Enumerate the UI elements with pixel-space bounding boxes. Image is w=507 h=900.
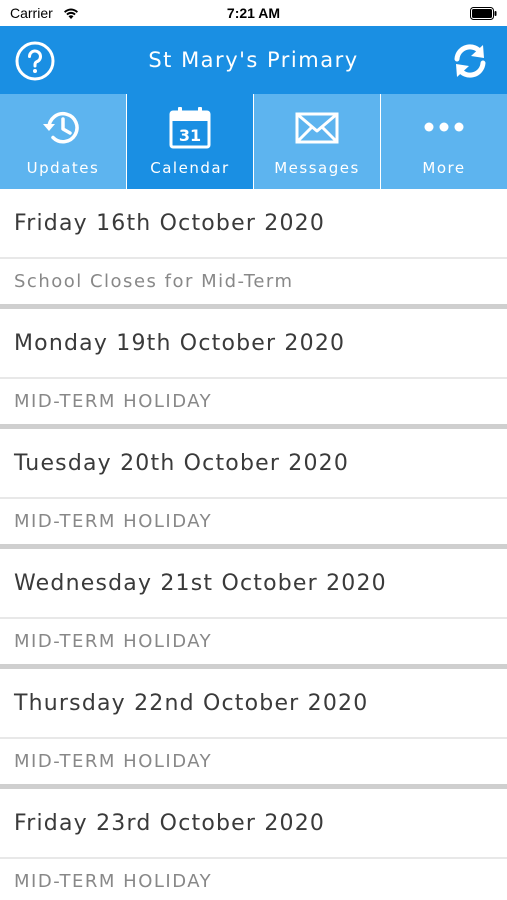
tab-more-label: More (422, 159, 466, 177)
tab-updates[interactable]: Updates (0, 94, 127, 189)
status-time: 7:21 AM (226, 5, 281, 21)
envelope-icon (295, 112, 339, 144)
event-item[interactable]: MID-TERM HOLIDAY (0, 619, 507, 669)
tab-messages-label: Messages (274, 159, 360, 177)
status-bar: Carrier 7:21 AM (0, 0, 507, 26)
calendar-icon: 31 (169, 107, 211, 149)
event-date-header: Friday 23rd October 2020 (0, 789, 507, 859)
history-clock-icon (43, 111, 79, 144)
tab-calendar-label: Calendar (150, 159, 230, 177)
event-date-header: Tuesday 20th October 2020 (0, 429, 507, 499)
event-item[interactable]: School Closes for Mid-Term (0, 259, 507, 309)
page-title: St Mary's Primary (148, 48, 359, 72)
event-date-header: Friday 16th October 2020 (0, 189, 507, 259)
event-item[interactable]: MID-TERM HOLIDAY (0, 379, 507, 429)
event-item[interactable]: MID-TERM HOLIDAY (0, 499, 507, 549)
tab-calendar[interactable]: 31 Calendar (127, 94, 254, 189)
event-item[interactable]: MID-TERM HOLIDAY (0, 859, 507, 900)
refresh-icon[interactable] (447, 38, 493, 84)
app-header: St Mary's Primary (0, 26, 507, 94)
tab-messages[interactable]: Messages (254, 94, 381, 189)
event-date-header: Monday 19th October 2020 (0, 309, 507, 379)
calendar-event-list[interactable]: Friday 16th October 2020 School Closes f… (0, 189, 507, 900)
tab-more[interactable]: More (381, 94, 507, 189)
event-date-header: Wednesday 21st October 2020 (0, 549, 507, 619)
event-item[interactable]: MID-TERM HOLIDAY (0, 739, 507, 789)
ellipsis-icon (424, 122, 464, 132)
calendar-icon-day: 31 (179, 126, 201, 145)
tab-bar: Updates 31 Calendar Messages More (0, 94, 507, 189)
event-date-header: Thursday 22nd October 2020 (0, 669, 507, 739)
tab-updates-label: Updates (26, 159, 100, 177)
battery-icon (470, 7, 497, 20)
